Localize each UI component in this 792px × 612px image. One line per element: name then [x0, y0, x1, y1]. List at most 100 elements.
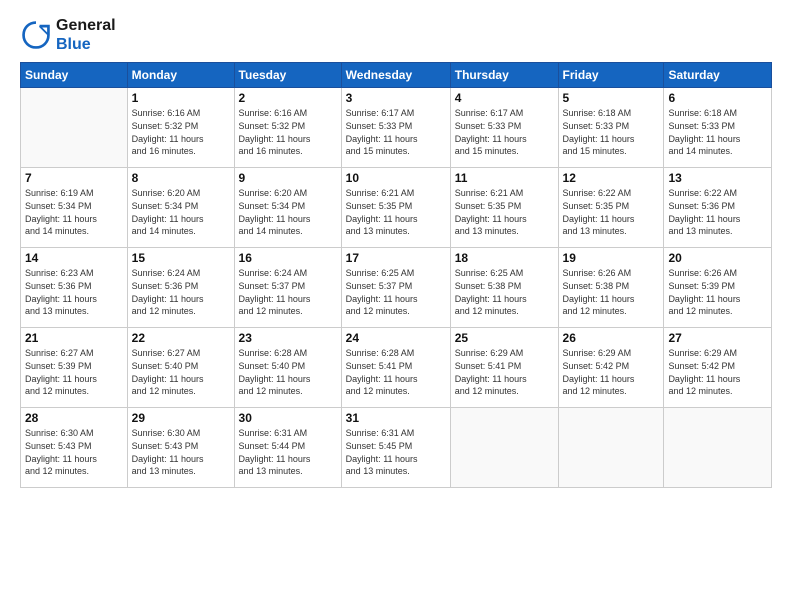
calendar-cell — [664, 408, 772, 488]
day-info: Sunrise: 6:21 AM Sunset: 5:35 PM Dayligh… — [346, 187, 446, 237]
calendar-cell: 28 Sunrise: 6:30 AM Sunset: 5:43 PM Dayli… — [21, 408, 128, 488]
day-number: 18 — [455, 251, 554, 265]
day-info: Sunrise: 6:18 AM Sunset: 5:33 PM Dayligh… — [668, 107, 767, 157]
calendar-cell: 17 Sunrise: 6:25 AM Sunset: 5:37 PM Dayli… — [341, 248, 450, 328]
day-number: 17 — [346, 251, 446, 265]
calendar-cell: 10 Sunrise: 6:21 AM Sunset: 5:35 PM Dayli… — [341, 168, 450, 248]
calendar-cell: 9 Sunrise: 6:20 AM Sunset: 5:34 PM Daylig… — [234, 168, 341, 248]
calendar-cell: 19 Sunrise: 6:26 AM Sunset: 5:38 PM Dayli… — [558, 248, 664, 328]
calendar-cell: 18 Sunrise: 6:25 AM Sunset: 5:38 PM Dayli… — [450, 248, 558, 328]
day-info: Sunrise: 6:20 AM Sunset: 5:34 PM Dayligh… — [239, 187, 337, 237]
day-info: Sunrise: 6:27 AM Sunset: 5:39 PM Dayligh… — [25, 347, 123, 397]
calendar-cell: 14 Sunrise: 6:23 AM Sunset: 5:36 PM Dayli… — [21, 248, 128, 328]
calendar-cell: 20 Sunrise: 6:26 AM Sunset: 5:39 PM Dayli… — [664, 248, 772, 328]
day-number: 29 — [132, 411, 230, 425]
calendar-cell: 21 Sunrise: 6:27 AM Sunset: 5:39 PM Dayli… — [21, 328, 128, 408]
calendar-cell: 13 Sunrise: 6:22 AM Sunset: 5:36 PM Dayli… — [664, 168, 772, 248]
day-info: Sunrise: 6:19 AM Sunset: 5:34 PM Dayligh… — [25, 187, 123, 237]
day-info: Sunrise: 6:16 AM Sunset: 5:32 PM Dayligh… — [239, 107, 337, 157]
day-info: Sunrise: 6:25 AM Sunset: 5:38 PM Dayligh… — [455, 267, 554, 317]
calendar-cell: 12Sunrise: 6:22 AM Sunset: 5:35 PM Dayli… — [558, 168, 664, 248]
weekday-header: Thursday — [450, 63, 558, 88]
day-info: Sunrise: 6:22 AM Sunset: 5:36 PM Dayligh… — [668, 187, 767, 237]
day-number: 4 — [455, 91, 554, 105]
day-number: 21 — [25, 331, 123, 345]
day-number: 10 — [346, 171, 446, 185]
day-number: 5 — [563, 91, 660, 105]
calendar-cell: 6 Sunrise: 6:18 AM Sunset: 5:33 PM Daylig… — [664, 88, 772, 168]
day-info: Sunrise: 6:20 AM Sunset: 5:34 PM Dayligh… — [132, 187, 230, 237]
calendar-cell: 3 Sunrise: 6:17 AM Sunset: 5:33 PM Daylig… — [341, 88, 450, 168]
day-info: Sunrise: 6:24 AM Sunset: 5:36 PM Dayligh… — [132, 267, 230, 317]
weekday-header: Tuesday — [234, 63, 341, 88]
day-info: Sunrise: 6:16 AM Sunset: 5:32 PM Dayligh… — [132, 107, 230, 157]
calendar-cell: 26Sunrise: 6:29 AM Sunset: 5:42 PM Dayli… — [558, 328, 664, 408]
logo-text: General Blue — [56, 16, 116, 54]
day-number: 6 — [668, 91, 767, 105]
day-info: Sunrise: 6:29 AM Sunset: 5:41 PM Dayligh… — [455, 347, 554, 397]
weekday-header: Friday — [558, 63, 664, 88]
day-number: 24 — [346, 331, 446, 345]
day-info: Sunrise: 6:18 AM Sunset: 5:33 PM Dayligh… — [563, 107, 660, 157]
day-number: 26 — [563, 331, 660, 345]
day-info: Sunrise: 6:30 AM Sunset: 5:43 PM Dayligh… — [25, 427, 123, 477]
calendar-cell: 1 Sunrise: 6:16 AM Sunset: 5:32 PM Daylig… — [127, 88, 234, 168]
day-number: 31 — [346, 411, 446, 425]
calendar-cell — [558, 408, 664, 488]
calendar-cell: 15 Sunrise: 6:24 AM Sunset: 5:36 PM Dayli… — [127, 248, 234, 328]
logo-icon — [20, 19, 52, 51]
calendar-cell — [21, 88, 128, 168]
logo: General Blue — [20, 16, 116, 54]
day-number: 20 — [668, 251, 767, 265]
day-number: 1 — [132, 91, 230, 105]
day-number: 14 — [25, 251, 123, 265]
day-number: 28 — [25, 411, 123, 425]
day-info: Sunrise: 6:27 AM Sunset: 5:40 PM Dayligh… — [132, 347, 230, 397]
calendar-cell: 5 Sunrise: 6:18 AM Sunset: 5:33 PM Daylig… — [558, 88, 664, 168]
calendar-cell: 8 Sunrise: 6:20 AM Sunset: 5:34 PM Daylig… — [127, 168, 234, 248]
weekday-header: Wednesday — [341, 63, 450, 88]
day-number: 7 — [25, 171, 123, 185]
day-number: 12 — [563, 171, 660, 185]
weekday-header: Monday — [127, 63, 234, 88]
day-number: 22 — [132, 331, 230, 345]
calendar-cell: 7 Sunrise: 6:19 AM Sunset: 5:34 PM Daylig… — [21, 168, 128, 248]
day-info: Sunrise: 6:21 AM Sunset: 5:35 PM Dayligh… — [455, 187, 554, 237]
calendar-cell: 24 Sunrise: 6:28 AM Sunset: 5:41 PM Dayli… — [341, 328, 450, 408]
day-number: 16 — [239, 251, 337, 265]
day-number: 15 — [132, 251, 230, 265]
day-info: Sunrise: 6:23 AM Sunset: 5:36 PM Dayligh… — [25, 267, 123, 317]
weekday-header: Sunday — [21, 63, 128, 88]
day-info: Sunrise: 6:17 AM Sunset: 5:33 PM Dayligh… — [346, 107, 446, 157]
day-number: 23 — [239, 331, 337, 345]
day-number: 9 — [239, 171, 337, 185]
calendar-cell — [450, 408, 558, 488]
day-number: 25 — [455, 331, 554, 345]
calendar-cell: 4 Sunrise: 6:17 AM Sunset: 5:33 PM Daylig… — [450, 88, 558, 168]
day-info: Sunrise: 6:26 AM Sunset: 5:39 PM Dayligh… — [668, 267, 767, 317]
day-info: Sunrise: 6:26 AM Sunset: 5:38 PM Dayligh… — [563, 267, 660, 317]
calendar-cell: 11Sunrise: 6:21 AM Sunset: 5:35 PM Dayli… — [450, 168, 558, 248]
calendar-cell: 30Sunrise: 6:31 AM Sunset: 5:44 PM Dayli… — [234, 408, 341, 488]
day-info: Sunrise: 6:28 AM Sunset: 5:40 PM Dayligh… — [239, 347, 337, 397]
day-number: 19 — [563, 251, 660, 265]
weekday-header: Saturday — [664, 63, 772, 88]
day-number: 13 — [668, 171, 767, 185]
day-info: Sunrise: 6:17 AM Sunset: 5:33 PM Dayligh… — [455, 107, 554, 157]
day-number: 8 — [132, 171, 230, 185]
day-info: Sunrise: 6:29 AM Sunset: 5:42 PM Dayligh… — [668, 347, 767, 397]
calendar-cell: 16 Sunrise: 6:24 AM Sunset: 5:37 PM Dayli… — [234, 248, 341, 328]
calendar-cell: 2 Sunrise: 6:16 AM Sunset: 5:32 PM Daylig… — [234, 88, 341, 168]
calendar-cell: 29 Sunrise: 6:30 AM Sunset: 5:43 PM Dayli… — [127, 408, 234, 488]
day-info: Sunrise: 6:25 AM Sunset: 5:37 PM Dayligh… — [346, 267, 446, 317]
calendar-page: General Blue SundayMondayTuesdayWednesda… — [0, 0, 792, 612]
day-info: Sunrise: 6:30 AM Sunset: 5:43 PM Dayligh… — [132, 427, 230, 477]
header: General Blue — [20, 16, 772, 54]
day-info: Sunrise: 6:31 AM Sunset: 5:44 PM Dayligh… — [239, 427, 337, 477]
day-info: Sunrise: 6:28 AM Sunset: 5:41 PM Dayligh… — [346, 347, 446, 397]
day-number: 2 — [239, 91, 337, 105]
day-number: 3 — [346, 91, 446, 105]
calendar-cell: 25 Sunrise: 6:29 AM Sunset: 5:41 PM Dayli… — [450, 328, 558, 408]
calendar-cell: 23 Sunrise: 6:28 AM Sunset: 5:40 PM Dayli… — [234, 328, 341, 408]
day-info: Sunrise: 6:24 AM Sunset: 5:37 PM Dayligh… — [239, 267, 337, 317]
